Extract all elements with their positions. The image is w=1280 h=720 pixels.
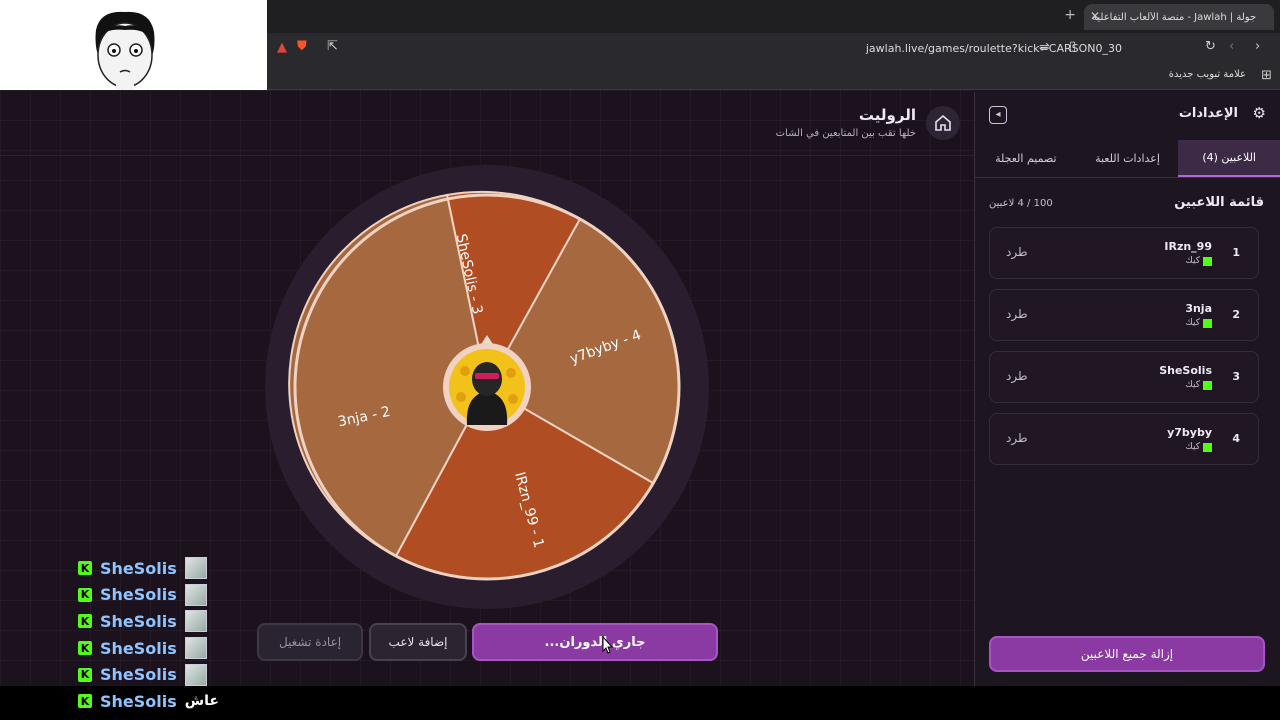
sidebar-tabs: اللاعبين (4) إعدادات اللعبة تصميم العجلة xyxy=(975,140,1280,178)
brave-shield-icon[interactable]: ⛊ xyxy=(297,40,307,53)
player-number: 1 xyxy=(1232,246,1240,259)
bookmark-icon[interactable]: ▯ xyxy=(1069,40,1076,53)
kick-player-button[interactable]: طرد xyxy=(1006,307,1028,321)
brave-rewards-icon[interactable]: ▲ xyxy=(277,41,287,54)
chat-emote xyxy=(184,610,207,633)
roulette-wheel[interactable]: SheSolis - 3 y7byby - 4 IRzn_99 - 1 3nja… xyxy=(262,162,712,612)
bookmark-new-tab[interactable]: علامة تبويب جديدة xyxy=(1169,69,1246,80)
player-row: 2 3nja كيك طرد xyxy=(989,289,1259,341)
bookmarks-bar: علامة تبويب جديدة ⊞ xyxy=(267,63,1280,90)
player-name: y7byby xyxy=(1167,426,1212,439)
player-platform: كيك xyxy=(1185,318,1212,328)
chat-message: K SheSolis xyxy=(78,555,278,582)
remove-all-players-button[interactable]: إزالة جميع اللاعبين xyxy=(989,636,1265,672)
kick-icon xyxy=(1203,442,1212,452)
reload-icon[interactable]: ↻ xyxy=(1205,40,1216,53)
collapse-sidebar-icon[interactable]: ◂ xyxy=(989,106,1007,124)
kick-icon: K xyxy=(78,641,92,656)
page-subtitle: خلها تقب بين المتابعين في الشات xyxy=(775,128,916,139)
sidebar-title: الإعدادات xyxy=(1178,106,1238,121)
kick-icon xyxy=(1203,256,1212,266)
player-count: 100 / 4 لاعبين xyxy=(989,198,1053,209)
chat-emote xyxy=(184,557,207,580)
chat-overlay: K SheSolis K SheSolis K SheSolis K SheSo… xyxy=(78,555,278,715)
settings-sidebar: ⚙ الإعدادات ◂ اللاعبين (4) إعدادات اللعب… xyxy=(974,92,1280,686)
chat-username: SheSolis xyxy=(100,691,177,711)
sidebar-header: ⚙ الإعدادات ◂ xyxy=(975,92,1280,138)
home-icon xyxy=(935,114,951,131)
spin-button[interactable]: جاري الدوران... xyxy=(472,623,718,661)
game-header: الروليت خلها تقب بين المتابعين في الشات xyxy=(0,90,974,156)
browser-tab[interactable]: ✕ جولة | Jawlah - منصة الألعاب التفاعلية xyxy=(1084,4,1274,30)
tab-wheel-design[interactable]: تصميم العجلة xyxy=(975,140,1077,177)
kick-player-button[interactable]: طرد xyxy=(1006,245,1028,259)
player-list-title: قائمة اللاعبين xyxy=(1174,195,1264,210)
tab-title: جولة | Jawlah - منصة الألعاب التفاعلية xyxy=(1092,11,1257,23)
kick-icon xyxy=(1203,380,1212,390)
chat-message: K SheSolis xyxy=(78,582,278,609)
kick-icon xyxy=(1203,318,1212,328)
kick-icon: K xyxy=(78,614,92,629)
back-icon[interactable]: › xyxy=(1255,40,1260,53)
add-player-button[interactable]: إضافة لاعب xyxy=(369,623,467,661)
chat-message: K SheSolis xyxy=(78,661,278,688)
url-field[interactable]: jawlah.live/games/roulette?kick=CARSON0_… xyxy=(317,37,1132,59)
chat-text: عاش xyxy=(184,693,219,710)
kick-player-button[interactable]: طرد xyxy=(1006,431,1028,445)
chat-emote xyxy=(184,663,207,686)
player-name: IRzn_99 xyxy=(1164,240,1212,253)
chat-username: SheSolis xyxy=(100,665,177,685)
player-platform: كيك xyxy=(1185,380,1212,390)
tab-players[interactable]: اللاعبين (4) xyxy=(1178,140,1280,177)
player-number: 4 xyxy=(1232,432,1240,445)
site-settings-icon[interactable]: ⇌ xyxy=(1039,41,1050,54)
gear-icon: ⚙ xyxy=(1252,104,1266,122)
player-row: 1 IRzn_99 كيك طرد xyxy=(989,227,1259,279)
address-bar: ▲ ⛊ ⇱ jawlah.live/games/roulette?kick=CA… xyxy=(267,33,1280,63)
player-name: 3nja xyxy=(1185,302,1212,315)
player-row: 4 y7byby كيك طرد xyxy=(989,413,1259,465)
forward-icon[interactable]: ‹ xyxy=(1229,40,1234,53)
close-tab-icon[interactable]: ✕ xyxy=(1090,9,1100,23)
url-text: jawlah.live/games/roulette?kick=CARSON0_… xyxy=(865,41,1122,55)
chat-message: K SheSolis xyxy=(78,608,278,635)
chat-emote xyxy=(184,583,207,606)
new-tab-button[interactable]: + xyxy=(1064,7,1076,23)
kick-icon: K xyxy=(78,561,92,576)
kick-icon: K xyxy=(78,667,92,682)
chat-emote xyxy=(184,637,207,660)
mouse-cursor-icon xyxy=(602,635,614,654)
player-platform: كيك xyxy=(1185,442,1212,452)
tab-game-settings[interactable]: إعدادات اللعبة xyxy=(1077,140,1179,177)
home-button[interactable] xyxy=(926,106,960,140)
chat-message: K SheSolis xyxy=(78,635,278,662)
chat-message: K SheSolis عاش xyxy=(78,688,278,715)
player-platform: كيك xyxy=(1185,256,1212,266)
chat-username: SheSolis xyxy=(100,558,177,578)
chat-username: SheSolis xyxy=(100,585,177,605)
player-number: 2 xyxy=(1232,308,1240,321)
chat-username: SheSolis xyxy=(100,611,177,631)
player-row: 3 SheSolis كيك طرد xyxy=(989,351,1259,403)
apps-grid-icon[interactable]: ⊞ xyxy=(1261,69,1272,82)
kick-player-button[interactable]: طرد xyxy=(1006,369,1028,383)
browser-tabbar: + ✕ جولة | Jawlah - منصة الألعاب التفاعل… xyxy=(267,0,1280,33)
page-title: الروليت xyxy=(858,106,916,124)
kick-icon: K xyxy=(78,587,92,602)
player-number: 3 xyxy=(1232,370,1240,383)
chat-username: SheSolis xyxy=(100,638,177,658)
kick-icon: K xyxy=(78,694,92,709)
player-name: SheSolis xyxy=(1159,364,1212,377)
